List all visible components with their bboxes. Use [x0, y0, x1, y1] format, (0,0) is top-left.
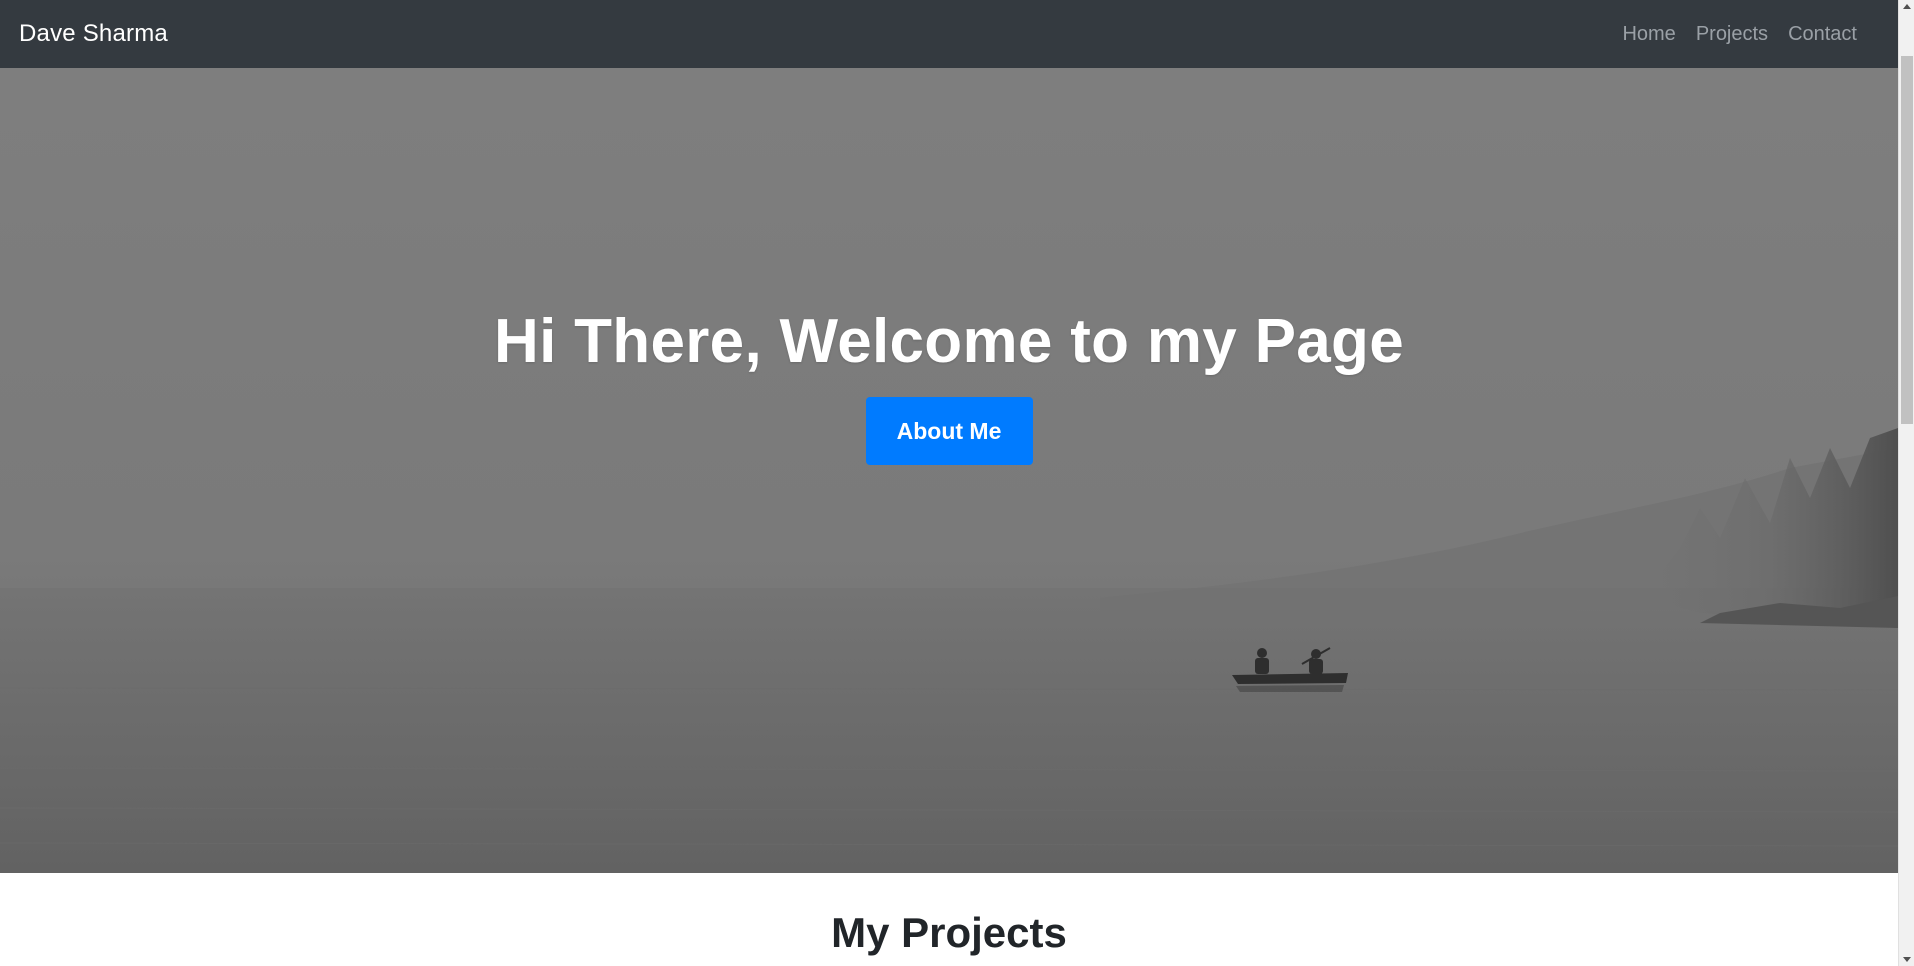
- projects-section: My Projects: [0, 873, 1898, 966]
- hero-title: Hi There, Welcome to my Page: [494, 307, 1404, 376]
- nav-link-home[interactable]: Home: [1612, 23, 1685, 46]
- scroll-up-arrow-icon[interactable]: [1903, 4, 1911, 9]
- nav-link-projects[interactable]: Projects: [1686, 23, 1778, 46]
- hero-content: Hi There, Welcome to my Page About Me: [0, 68, 1898, 465]
- navbar: Dave Sharma Home Projects Contact: [0, 0, 1898, 68]
- brand-logo-text[interactable]: Dave Sharma: [19, 20, 168, 48]
- hero-section: Hi There, Welcome to my Page About Me: [0, 68, 1898, 873]
- scrollbar-thumb[interactable]: [1901, 56, 1913, 424]
- nav-links: Home Projects Contact: [1612, 23, 1879, 46]
- nav-link-contact[interactable]: Contact: [1778, 23, 1867, 46]
- vertical-scrollbar[interactable]: [1898, 0, 1914, 966]
- about-me-button[interactable]: About Me: [865, 397, 1033, 465]
- scroll-down-arrow-icon[interactable]: [1903, 957, 1911, 962]
- projects-heading: My Projects: [831, 909, 1067, 956]
- page-viewport: Dave Sharma Home Projects Contact Hi The…: [0, 0, 1898, 966]
